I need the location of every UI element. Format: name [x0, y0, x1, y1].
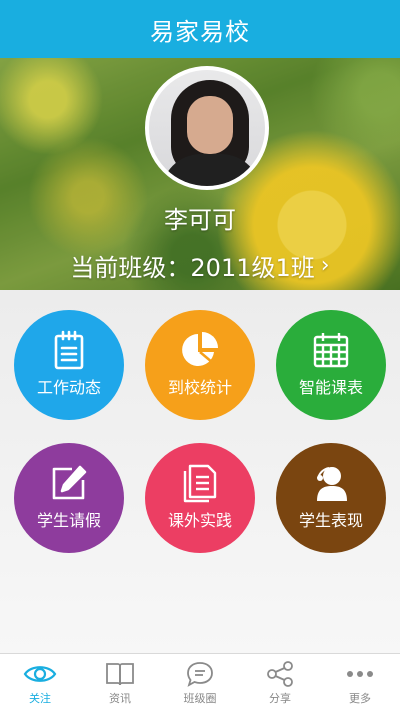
pie-chart-icon [180, 330, 220, 370]
tab-label: 资讯 [109, 692, 131, 705]
document-icon [180, 463, 220, 503]
feature-grid: 工作动态 到校统计 智能课表 学生请假 课外实践 学生表现 [0, 290, 400, 653]
menu-smart-schedule[interactable]: 智能课表 [276, 310, 386, 420]
eye-icon [23, 660, 57, 688]
tab-share[interactable]: 分享 [240, 654, 320, 712]
tab-more[interactable]: 更多 [320, 654, 400, 712]
tab-class-circle[interactable]: 班级圈 [160, 654, 240, 712]
calendar-icon [311, 330, 351, 370]
profile-banner: 李可可 当前班级：2011级1班 › [0, 58, 400, 290]
tab-label: 分享 [269, 692, 291, 705]
menu-label: 智能课表 [298, 378, 363, 397]
menu-extracurricular[interactable]: 课外实践 [145, 443, 255, 553]
menu-student-performance[interactable]: 学生表现 [276, 443, 386, 553]
tab-follow[interactable]: 关注 [0, 654, 80, 712]
user-name: 李可可 [164, 206, 236, 234]
bottom-tab-bar: 关注 资讯 班级圈 分享 更多 [0, 653, 400, 712]
tab-label: 更多 [349, 692, 371, 705]
menu-label: 到校统计 [167, 378, 232, 397]
menu-label: 课外实践 [167, 511, 232, 530]
menu-label: 学生请假 [36, 511, 101, 530]
chevron-right-icon: › [320, 253, 330, 278]
share-icon [263, 660, 297, 688]
tab-news[interactable]: 资讯 [80, 654, 160, 712]
class-label: 当前班级：2011级1班 [70, 254, 315, 282]
menu-work-updates[interactable]: 工作动态 [14, 310, 124, 420]
class-selector[interactable]: 当前班级：2011级1班 › [0, 248, 400, 283]
menu-label: 学生表现 [298, 511, 363, 530]
menu-student-leave[interactable]: 学生请假 [14, 443, 124, 553]
menu-arrival-stats[interactable]: 到校统计 [145, 310, 255, 420]
tab-label: 关注 [29, 692, 51, 705]
chat-icon [183, 660, 217, 688]
student-icon [311, 463, 351, 503]
edit-icon [49, 463, 89, 503]
tab-label: 班级圈 [183, 692, 217, 705]
more-icon [343, 660, 377, 688]
menu-label: 工作动态 [36, 378, 101, 397]
avatar[interactable] [145, 66, 269, 190]
clipboard-icon [49, 330, 89, 370]
app-title: 易家易校 [0, 0, 400, 58]
book-icon [103, 660, 137, 688]
